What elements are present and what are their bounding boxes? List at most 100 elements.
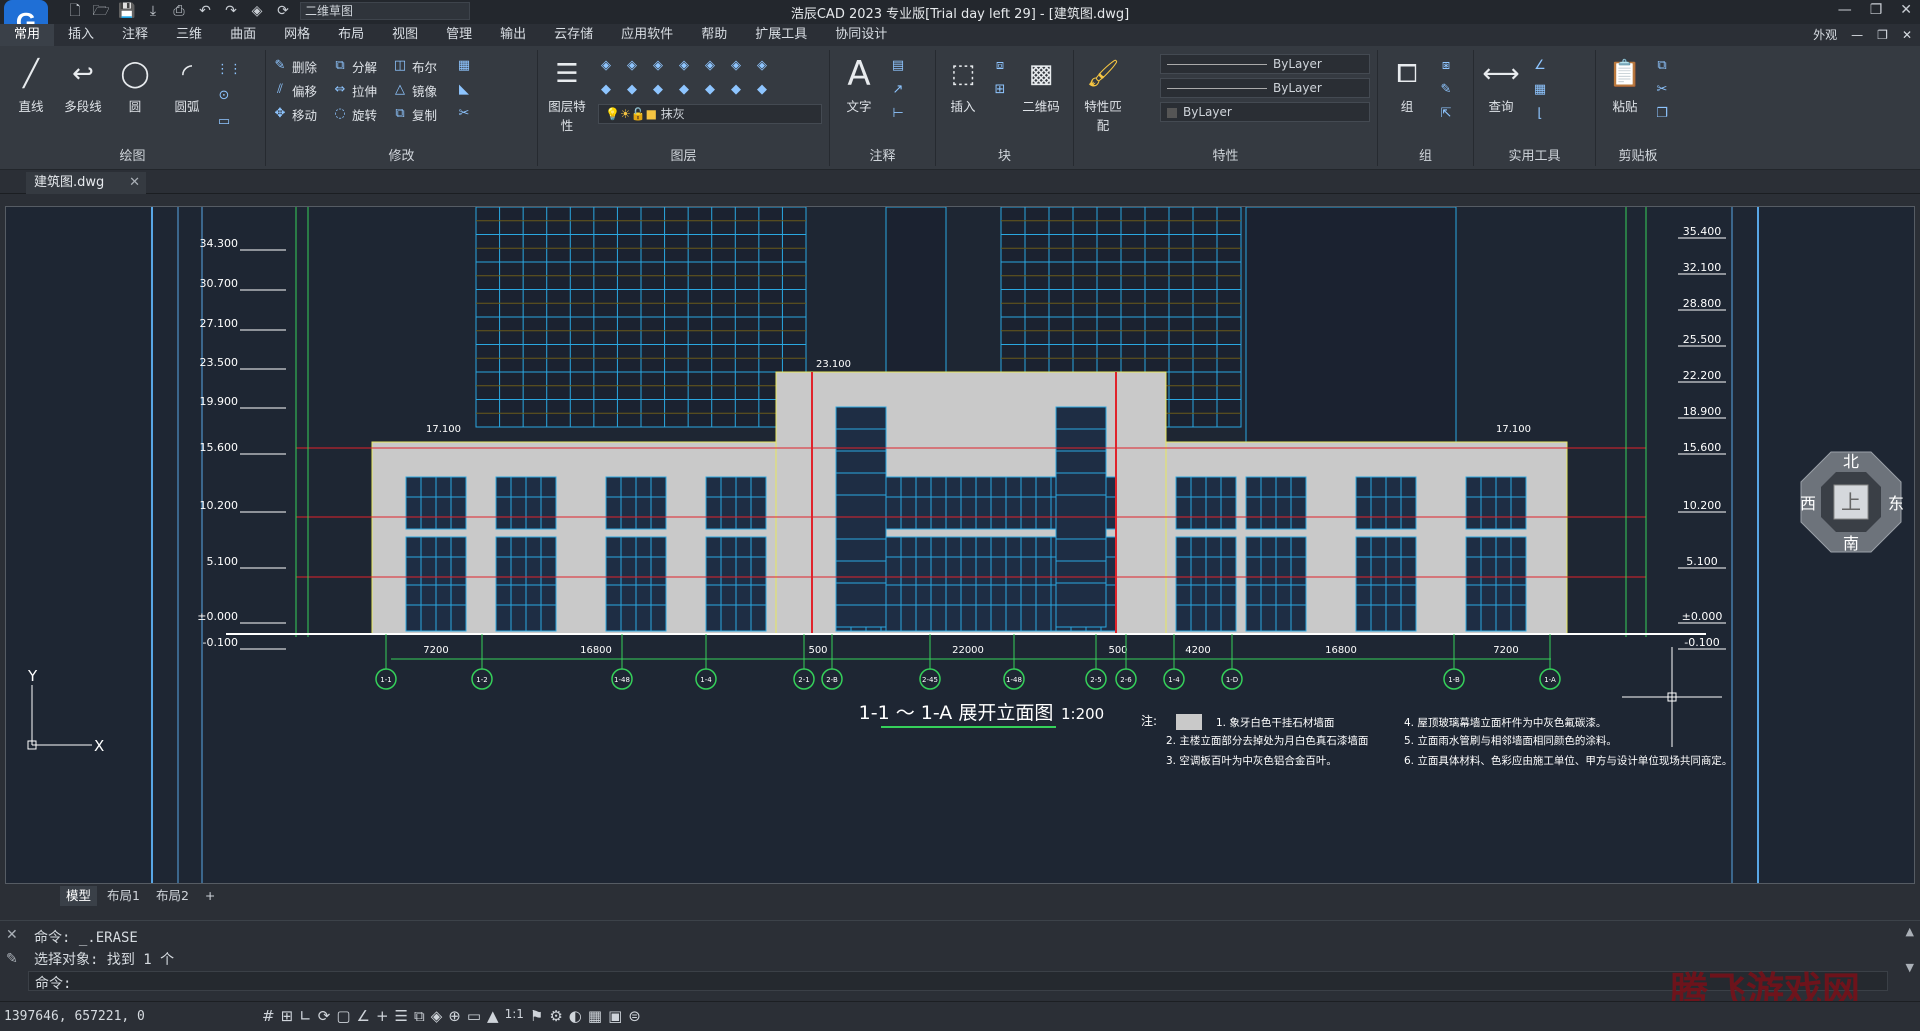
layer-tool-icon[interactable]: ◈ xyxy=(650,58,666,74)
selection-cycling-icon[interactable]: ⊕ xyxy=(448,1007,461,1025)
insert-button[interactable]: ⬚ 插入 xyxy=(940,56,986,115)
grid-icon[interactable]: # xyxy=(262,1007,275,1025)
menu-tab[interactable]: 协同设计 xyxy=(821,24,901,46)
doc-restore-icon[interactable]: ❐ xyxy=(1877,24,1888,46)
layer-tool-icon[interactable]: ◈ xyxy=(598,58,614,74)
dyn-icon[interactable]: + xyxy=(376,1007,389,1025)
text-button[interactable]: A 文字 xyxy=(836,54,882,115)
menu-tab[interactable]: 帮助 xyxy=(687,24,741,46)
paste-button[interactable]: 📋 粘贴 xyxy=(1602,56,1648,115)
save-icon[interactable]: 💾 xyxy=(118,2,136,20)
redo-icon[interactable]: ↷ xyxy=(222,2,240,20)
clipboard-panel-title[interactable]: 剪贴板 xyxy=(1596,145,1680,164)
angle-icon[interactable]: ∠ xyxy=(1532,56,1548,76)
block-create-icon[interactable]: ⊞ xyxy=(992,80,1008,100)
menu-tab[interactable]: 曲面 xyxy=(216,24,270,46)
command-close-icon[interactable]: ✕ xyxy=(6,927,18,943)
utilities-panel-title[interactable]: 实用工具 xyxy=(1474,145,1595,164)
move-button[interactable]: ✥ 移动 xyxy=(272,104,317,124)
group-button[interactable]: ⧠ 组 xyxy=(1384,56,1430,115)
mirror-button[interactable]: △ 镜像 xyxy=(392,80,437,100)
block-panel-title[interactable]: 块 xyxy=(936,145,1073,164)
line-button[interactable]: ╱ 直线 xyxy=(8,56,54,115)
copy-clip-icon[interactable]: ⧉ xyxy=(1654,56,1670,76)
menu-tab[interactable]: 常用 xyxy=(0,24,55,46)
qrcode-button[interactable]: ▩ 二维码 xyxy=(1018,56,1064,115)
menu-tab[interactable]: 插入 xyxy=(54,24,108,46)
modify-panel-title[interactable]: 修改 xyxy=(266,145,537,164)
menu-tab[interactable]: 视图 xyxy=(378,24,432,46)
osnap-icon[interactable]: ▢ xyxy=(336,1007,350,1025)
layers-icon[interactable]: ◈ xyxy=(248,2,266,20)
group-panel-title[interactable]: 组 xyxy=(1378,145,1473,164)
layer-tool-icon[interactable]: ◆ xyxy=(754,82,770,98)
properties-panel-title[interactable]: 特性 xyxy=(1074,145,1377,164)
layer-tool-icon[interactable]: ◈ xyxy=(728,58,744,74)
layer-tool-icon[interactable]: ◆ xyxy=(598,82,614,98)
layout-tab[interactable]: + xyxy=(199,886,221,906)
clean-screen-icon[interactable]: ▣ xyxy=(608,1007,622,1025)
menu-tab[interactable]: 布局 xyxy=(324,24,378,46)
annotation-scale-icon[interactable]: ▲ xyxy=(487,1007,499,1025)
refresh-icon[interactable]: ⟳ xyxy=(274,2,292,20)
transparency-icon[interactable]: ⧉ xyxy=(414,1007,425,1025)
layer-properties-button[interactable]: ☰ 图层特性 xyxy=(544,56,590,134)
layout-tab[interactable]: 布局1 xyxy=(101,886,146,906)
calculator-icon[interactable]: ▦ xyxy=(1532,80,1548,100)
save-as-icon[interactable]: ⤓ xyxy=(144,2,162,20)
block-edit-icon[interactable]: ⧈ xyxy=(992,56,1008,76)
delete-button[interactable]: ✎ 删除 xyxy=(272,56,317,76)
ellipse-icon[interactable]: ⊙ xyxy=(216,86,232,106)
command-settings-icon[interactable]: ✎ xyxy=(6,951,18,967)
annotation-visibility-icon[interactable]: ⚑ xyxy=(530,1007,543,1025)
qp-icon[interactable]: ◈ xyxy=(431,1007,443,1025)
layer-select[interactable]: 💡☀🔓■ 抹灰 xyxy=(598,104,822,124)
hardware-accel-icon[interactable]: ▦ xyxy=(588,1007,602,1025)
menu-tab[interactable]: 管理 xyxy=(432,24,486,46)
match-properties-button[interactable]: 🖌 特性匹配 xyxy=(1080,56,1126,134)
new-file-icon[interactable]: 🗋 xyxy=(66,2,84,20)
explode-button[interactable]: ⧉ 分解 xyxy=(332,56,377,76)
table-icon[interactable]: ▤ xyxy=(890,56,906,76)
annotation-panel-title[interactable]: 注释 xyxy=(830,145,935,164)
open-file-icon[interactable]: 🗁 xyxy=(92,2,110,20)
lineweight-select[interactable]: ByLayer xyxy=(1160,102,1370,122)
ortho-icon[interactable]: ∟ xyxy=(299,1007,312,1025)
circle-button[interactable]: ◯ 圆 xyxy=(112,56,158,115)
group-select-icon[interactable]: ⇱ xyxy=(1438,104,1454,124)
menu-tab[interactable]: 云存储 xyxy=(540,24,607,46)
menu-tab[interactable]: 扩展工具 xyxy=(741,24,821,46)
align-icon[interactable]: ▦ xyxy=(456,56,472,76)
undo-icon[interactable]: ↶ xyxy=(196,2,214,20)
hatch-icon[interactable]: ⋮⋮ xyxy=(216,60,242,80)
layer-panel-title[interactable]: 图层 xyxy=(538,145,829,164)
polyline-button[interactable]: ↩ 多段线 xyxy=(60,56,106,115)
rotate-button[interactable]: ◌ 旋转 xyxy=(332,104,377,124)
color-select[interactable]: ByLayer xyxy=(1160,54,1370,74)
menu-tab[interactable]: 应用软件 xyxy=(607,24,687,46)
document-tab[interactable]: 建筑图.dwg ✕ xyxy=(26,172,146,194)
isolate-icon[interactable]: ◐ xyxy=(569,1007,582,1025)
layer-tool-icon[interactable]: ◈ xyxy=(676,58,692,74)
restore-icon[interactable]: ❐ xyxy=(1870,2,1883,18)
workspace-select[interactable]: 二维草图 xyxy=(300,2,470,20)
print-icon[interactable]: ⎙ xyxy=(170,2,188,20)
scroll-down-icon[interactable]: ▼ xyxy=(1906,961,1914,974)
layer-tool-icon[interactable]: ◆ xyxy=(624,82,640,98)
layer-tool-icon[interactable]: ◆ xyxy=(676,82,692,98)
boolean-button[interactable]: ◫ 布尔 xyxy=(392,56,437,76)
doc-minimize-icon[interactable]: — xyxy=(1851,24,1863,46)
layer-tool-icon[interactable]: ◆ xyxy=(650,82,666,98)
layer-tool-icon[interactable]: ◈ xyxy=(754,58,770,74)
doc-close-icon[interactable]: ✕ xyxy=(1902,24,1912,46)
layer-tool-icon[interactable]: ◆ xyxy=(702,82,718,98)
minimize-icon[interactable]: — xyxy=(1838,2,1852,18)
copy-base-icon[interactable]: ❐ xyxy=(1654,104,1670,124)
layout-tab[interactable]: 布局2 xyxy=(150,886,195,906)
menu-tab[interactable]: 注释 xyxy=(108,24,162,46)
query-button[interactable]: ⟷ 查询 xyxy=(1478,56,1524,115)
ucs-icon[interactable]: ⌊ xyxy=(1532,104,1548,124)
linetype-select[interactable]: ByLayer xyxy=(1160,78,1370,98)
layer-tool-icon[interactable]: ◆ xyxy=(728,82,744,98)
layout-tab[interactable]: 模型 xyxy=(60,886,98,906)
